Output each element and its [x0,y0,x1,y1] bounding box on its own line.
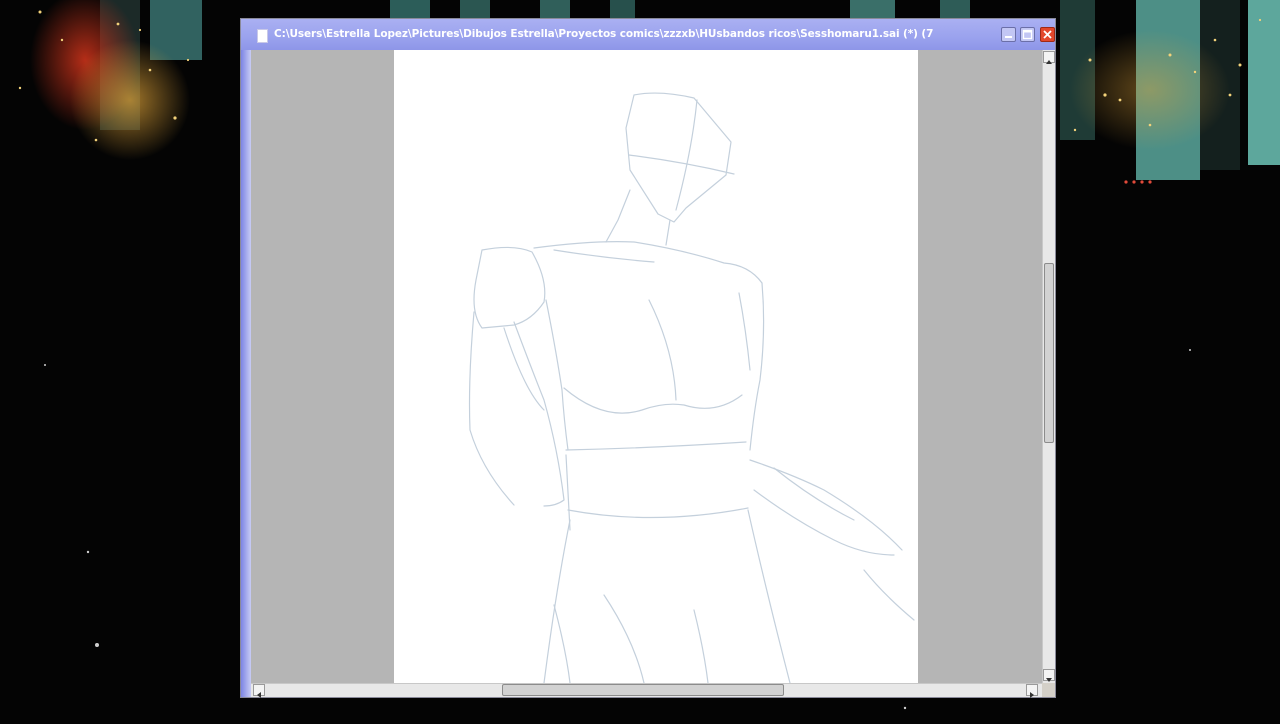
canvas-viewport[interactable] [251,50,1042,683]
scroll-down-button[interactable] [1043,669,1055,682]
horizontal-scrollbar[interactable] [251,683,1042,698]
document-icon [257,29,268,43]
minimize-button[interactable] [1001,27,1016,42]
scrollbar-corner [1042,683,1055,697]
close-button[interactable] [1040,27,1055,42]
figure-sketch [468,92,915,683]
scroll-up-button[interactable] [1043,51,1055,64]
maximize-button[interactable] [1020,27,1035,42]
horizontal-scroll-thumb[interactable] [502,684,784,696]
drawing-paper[interactable] [394,50,918,683]
window-titlebar[interactable]: C:\Users\Estrella Lopez\Pictures\Dibujos… [241,19,1055,50]
vertical-scroll-thumb[interactable] [1044,263,1054,443]
scroll-left-button[interactable] [253,684,265,698]
scroll-right-button[interactable] [1026,684,1038,698]
vertical-scrollbar[interactable] [1042,50,1055,683]
arrow-left-icon [257,692,261,698]
arrow-right-icon [1030,692,1034,698]
maximize-icon [1022,29,1033,40]
window-left-border [241,50,251,697]
arrow-up-icon [1046,60,1052,64]
canvas-window[interactable]: C:\Users\Estrella Lopez\Pictures\Dibujos… [240,18,1056,698]
window-title: C:\Users\Estrella Lopez\Pictures\Dibujos… [274,28,934,40]
minimize-icon [1005,36,1012,38]
close-icon [1043,30,1052,39]
